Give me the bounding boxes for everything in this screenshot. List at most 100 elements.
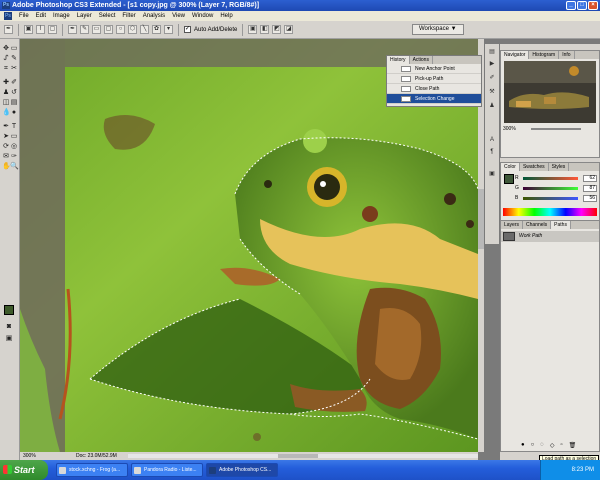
intersect-path-icon[interactable]: ◩	[272, 25, 282, 34]
subtract-path-icon[interactable]: ◧	[260, 25, 270, 34]
tab-color[interactable]: Color	[501, 163, 520, 171]
tab-actions[interactable]: Actions	[410, 56, 433, 64]
menu-file[interactable]: File	[19, 13, 29, 19]
clone-source-icon[interactable]: ♟	[488, 102, 496, 110]
tab-styles[interactable]: Styles	[549, 163, 570, 171]
actions-panel-icon[interactable]: ▶	[488, 60, 496, 68]
auto-add-delete-checkbox[interactable]: ✓	[184, 26, 191, 33]
tab-histogram[interactable]: Histogram	[529, 51, 560, 59]
status-zoom[interactable]: 300%	[23, 452, 36, 460]
path-select-tool-icon[interactable]: ➤	[2, 133, 10, 141]
pen-tool-icon[interactable]: ✒	[2, 123, 10, 131]
3d-orbit-tool-icon[interactable]: ◎	[10, 143, 18, 151]
history-item-selected[interactable]: Selection Change	[387, 94, 481, 104]
channel-b-value[interactable]: 56	[583, 195, 597, 202]
vscroll-thumb[interactable]	[478, 189, 484, 249]
tab-history[interactable]: History	[387, 56, 410, 64]
menu-window[interactable]: Window	[192, 13, 213, 19]
type-tool-icon[interactable]: T	[10, 123, 18, 131]
move-tool-icon[interactable]: ✥	[2, 45, 10, 53]
new-path-icon[interactable]: ▫	[560, 442, 562, 449]
rectangle-icon[interactable]: ▭	[92, 25, 101, 34]
tab-navigator[interactable]: Navigator	[501, 51, 530, 59]
brush-tool-icon[interactable]: ✐	[10, 79, 18, 87]
dodge-tool-icon[interactable]: ●	[10, 109, 18, 117]
paragraph-panel-icon[interactable]: ¶	[488, 148, 496, 156]
maximize-icon[interactable]: □	[577, 1, 587, 10]
menu-view[interactable]: View	[172, 13, 185, 19]
navigator-zoom-value[interactable]: 300%	[503, 126, 516, 132]
fill-pixels-icon[interactable]: ▢	[48, 25, 57, 34]
shape-layers-icon[interactable]: ▣	[24, 25, 33, 34]
pen-tool-preset-icon[interactable]: ✒	[4, 25, 13, 34]
channel-r-value[interactable]: 62	[583, 175, 597, 182]
healing-brush-icon[interactable]: ✚	[2, 79, 10, 87]
tab-channels[interactable]: Channels	[523, 221, 552, 229]
start-button[interactable]: Start	[0, 460, 48, 480]
taskbar-item[interactable]: stock.xchng - Frog (a...	[56, 463, 128, 477]
shape-tool-icon[interactable]: ▭	[10, 133, 18, 141]
menu-filter[interactable]: Filter	[122, 13, 135, 19]
hscroll-thumb[interactable]	[278, 454, 318, 458]
eraser-tool-icon[interactable]: ◫	[2, 99, 10, 107]
custom-shape-icon[interactable]: ✿	[152, 25, 161, 34]
foreground-color-swatch[interactable]	[4, 305, 14, 315]
geometry-options-icon[interactable]: ▾	[164, 25, 173, 34]
photoshop-app-icon[interactable]: Ps	[2, 2, 10, 9]
color-foreground-swatch[interactable]	[504, 174, 514, 184]
3d-rotate-tool-icon[interactable]: ⟳	[2, 143, 10, 151]
menu-help[interactable]: Help	[220, 13, 232, 19]
tool-presets-icon[interactable]: ⚒	[488, 88, 496, 96]
clock[interactable]: 8:23 PM	[572, 467, 594, 473]
load-path-selection-icon[interactable]: ◌	[540, 442, 544, 449]
freeform-pen-icon[interactable]: ✎	[80, 25, 89, 34]
channel-g-value[interactable]: 87	[583, 185, 597, 192]
navigator-zoom-slider[interactable]	[531, 128, 581, 130]
lasso-tool-icon[interactable]: ᔑ	[2, 55, 10, 63]
quick-mask-icon[interactable]: ◙	[5, 323, 13, 331]
menu-layer[interactable]: Layer	[77, 13, 92, 19]
layer-comps-icon[interactable]: ▣	[488, 170, 496, 178]
slice-tool-icon[interactable]: ✂	[10, 65, 18, 73]
character-panel-icon[interactable]: A	[488, 136, 496, 144]
blur-tool-icon[interactable]: 💧	[2, 109, 11, 117]
add-to-path-icon[interactable]: ▣	[248, 25, 258, 34]
paths-mode-icon[interactable]: ⌇	[36, 25, 45, 34]
channel-r-slider[interactable]	[523, 177, 578, 180]
navigator-thumbnail[interactable]	[504, 61, 596, 123]
menu-select[interactable]: Select	[99, 13, 116, 19]
tab-swatches[interactable]: Swatches	[520, 163, 549, 171]
taskbar-item-active[interactable]: Adobe Photoshop CS...	[206, 463, 278, 477]
taskbar-item[interactable]: Pandora Radio - Liste...	[131, 463, 203, 477]
eyedropper-tool-icon[interactable]: ✑	[10, 153, 18, 161]
minimize-icon[interactable]: _	[566, 1, 576, 10]
delete-path-icon[interactable]: 🗑	[569, 442, 577, 449]
hand-tool-icon[interactable]: ✋	[2, 163, 11, 171]
notes-tool-icon[interactable]: ✉	[2, 153, 10, 161]
menu-analysis[interactable]: Analysis	[143, 13, 165, 19]
history-panel-icon[interactable]: ▤	[488, 48, 496, 56]
zoom-tool-icon[interactable]: 🔍	[10, 163, 19, 171]
polygon-icon[interactable]: ⬡	[128, 25, 137, 34]
channel-g-slider[interactable]	[523, 187, 578, 190]
tab-layers[interactable]: Layers	[501, 221, 524, 229]
fill-path-icon[interactable]: ●	[521, 442, 525, 449]
menu-image[interactable]: Image	[53, 13, 70, 19]
marquee-tool-icon[interactable]: ▭	[10, 45, 18, 53]
pen-icon[interactable]: ✒	[68, 25, 77, 34]
canvas-horizontal-scrollbar[interactable]	[128, 454, 478, 458]
clone-stamp-icon[interactable]: ♟	[2, 89, 10, 97]
path-row[interactable]: Work Path	[501, 231, 599, 242]
quick-select-tool-icon[interactable]: ✎	[10, 55, 18, 63]
channel-b-slider[interactable]	[523, 197, 578, 200]
line-icon[interactable]: ╲	[140, 25, 149, 34]
history-brush-icon[interactable]: ↺	[10, 89, 18, 97]
close-icon[interactable]: ×	[588, 1, 598, 10]
rounded-rectangle-icon[interactable]: ▢	[104, 25, 113, 34]
crop-tool-icon[interactable]: ⌗	[2, 65, 10, 73]
tab-paths[interactable]: Paths	[551, 221, 571, 229]
make-work-path-icon[interactable]: ◇	[550, 442, 555, 449]
stroke-path-icon[interactable]: ○	[531, 442, 535, 449]
history-item[interactable]: Close Path	[387, 84, 481, 94]
workspace-button[interactable]: Workspace ▼	[412, 24, 464, 35]
